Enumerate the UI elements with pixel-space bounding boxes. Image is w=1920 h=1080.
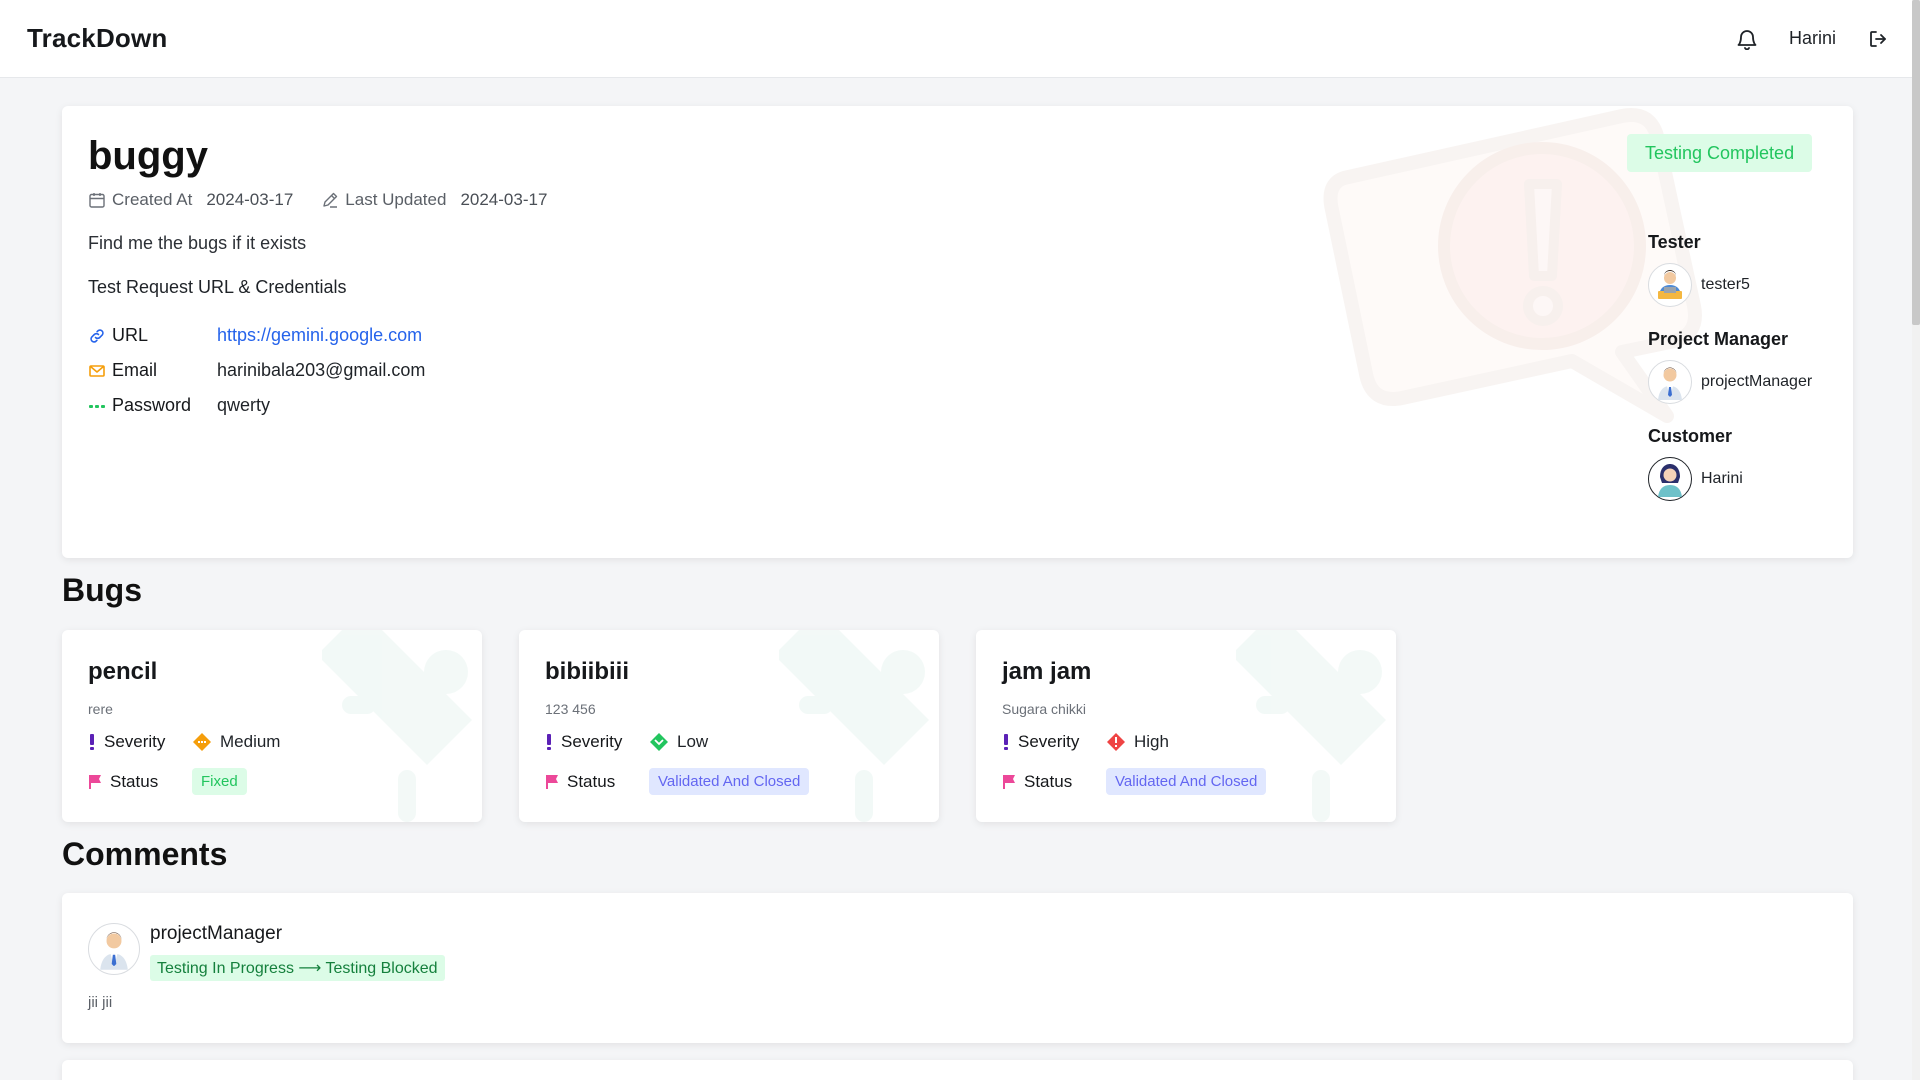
customer-role-label: Customer	[1648, 426, 1733, 446]
logout-icon[interactable]	[1866, 27, 1890, 51]
bug-title: jam jam	[1002, 658, 1092, 685]
bug-status-badge: Fixed	[192, 768, 247, 795]
email-label: Email	[112, 360, 158, 380]
project-description: Find me the bugs if it exists	[88, 233, 307, 253]
comment-text: jii jii	[88, 994, 113, 1011]
severity-label: Severity	[1018, 732, 1080, 751]
tester-block: Tester tester5	[1648, 232, 1812, 307]
url-label: URL	[112, 325, 149, 345]
severity-label: Severity	[561, 732, 623, 751]
calendar-icon	[89, 193, 105, 208]
credential-password-row: Password qwerty	[88, 388, 425, 423]
password-label: Password	[112, 395, 192, 415]
manager-role-label: Project Manager	[1648, 329, 1789, 349]
project-meta: Created At 2024-03-17 Last Updated 2024-…	[88, 190, 575, 210]
bugs-section-title: Bugs	[62, 572, 142, 608]
customer-name: Harini	[1701, 470, 1743, 487]
exclamation-icon	[547, 734, 551, 750]
manager-block: Project Manager projectManager	[1648, 329, 1812, 404]
bug-description: Sugara chikki	[1002, 701, 1087, 717]
created-at-label: Created At	[112, 190, 193, 209]
exclamation-icon	[90, 734, 94, 750]
edit-pen-icon	[323, 192, 338, 208]
bug-card[interactable]: pencil rere Severity Medium Status Fixed	[62, 630, 482, 822]
credentials-list: URL https://gemini.google.com Email hari…	[88, 318, 425, 423]
bell-icon[interactable]	[1735, 27, 1759, 51]
scrollbar-thumb[interactable]	[1912, 0, 1920, 325]
severity-high-icon	[1107, 733, 1125, 751]
status-label: Status	[110, 771, 159, 791]
customer-avatar-icon[interactable]	[1648, 457, 1692, 501]
page-scrollbar[interactable]	[1912, 0, 1920, 1080]
last-updated-value: 2024-03-17	[460, 190, 548, 209]
link-icon	[90, 328, 104, 343]
bug-card[interactable]: bibiibiii 123 456 Severity Low Status Va…	[519, 630, 939, 822]
mail-icon	[89, 364, 105, 377]
last-updated: Last Updated 2024-03-17	[321, 190, 547, 210]
last-updated-label: Last Updated	[345, 190, 447, 209]
bug-title: pencil	[88, 658, 158, 685]
tester-name: tester5	[1701, 276, 1750, 293]
manager-avatar-icon[interactable]	[1648, 360, 1692, 404]
comments-section-title: Comments	[62, 836, 228, 872]
bug-title: bibiibiii	[545, 658, 629, 685]
email-value: harinibala203@gmail.com	[217, 360, 426, 380]
severity-value: High	[1134, 732, 1169, 751]
bug-watermark-icon	[322, 630, 472, 822]
bug-description: 123 456	[545, 701, 596, 717]
severity-medium-icon	[193, 733, 211, 751]
severity-label: Severity	[104, 732, 166, 751]
severity-value: Low	[677, 732, 709, 751]
project-status-badge: Testing Completed	[1627, 134, 1813, 172]
flag-icon	[546, 774, 558, 789]
topbar-actions: Harini	[1735, 27, 1890, 51]
severity-low-icon	[650, 733, 668, 751]
severity-value: Medium	[220, 732, 281, 751]
flag-icon	[1003, 774, 1015, 789]
comment-item: projectManager Testing In Progress ⟶ Tes…	[62, 893, 1853, 1043]
bug-description: rere	[88, 701, 113, 717]
bug-card[interactable]: jam jam Sugara chikki Severity High Stat…	[976, 630, 1396, 822]
created-at-value: 2024-03-17	[206, 190, 294, 209]
comment-status-transition: Testing In Progress ⟶ Testing Blocked	[150, 955, 445, 981]
password-dots-icon	[89, 404, 105, 408]
comment-author: projectManager	[150, 923, 283, 944]
exclamation-icon	[1004, 734, 1008, 750]
next-comment-card	[62, 1060, 1853, 1080]
project-details-card: buggy Created At 2024-03-17 Last Updated…	[62, 106, 1853, 558]
comment-author-avatar-icon[interactable]	[88, 923, 140, 975]
tester-role-label: Tester	[1648, 232, 1701, 252]
project-people: Tester tester5 Project Manager projectMa…	[1648, 232, 1812, 523]
brand-logo[interactable]: TrackDown	[27, 23, 168, 54]
flag-icon	[89, 774, 101, 789]
manager-name: projectManager	[1701, 373, 1813, 390]
customer-block: Customer Harini	[1648, 426, 1812, 501]
top-navbar: TrackDown Harini	[0, 0, 1920, 78]
bug-status-badge: Validated And Closed	[649, 768, 810, 795]
password-value: qwerty	[217, 395, 271, 415]
project-title: buggy	[88, 134, 208, 178]
credential-url-row: URL https://gemini.google.com	[88, 318, 425, 353]
tester-avatar-icon[interactable]	[1648, 263, 1692, 307]
credential-email-row: Email harinibala203@gmail.com	[88, 353, 425, 388]
url-link[interactable]: https://gemini.google.com	[217, 325, 422, 346]
status-label: Status	[1024, 771, 1073, 791]
credentials-heading: Test Request URL & Credentials	[88, 277, 347, 297]
status-label: Status	[567, 771, 616, 791]
created-at: Created At 2024-03-17	[88, 190, 293, 210]
user-menu-name[interactable]: Harini	[1789, 28, 1836, 49]
bug-status-badge: Validated And Closed	[1106, 768, 1267, 795]
